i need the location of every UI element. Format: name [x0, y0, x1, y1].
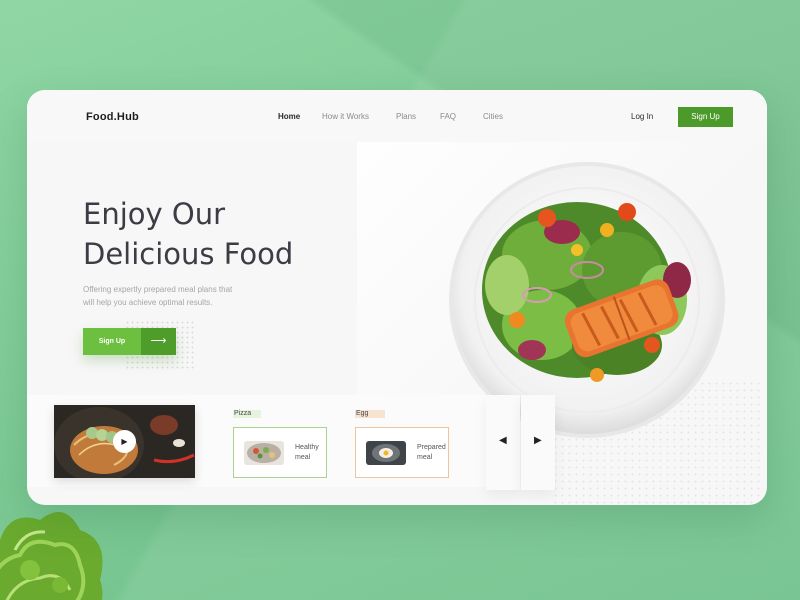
logo[interactable]: Food.Hub: [86, 111, 139, 123]
hero-subtitle-line1: Offering expertly prepared meal plans th…: [83, 285, 233, 294]
nav-how-it-works[interactable]: How it Works: [322, 112, 369, 121]
prepared-meal-image: [366, 441, 406, 465]
healthy-meal-line1: Healthy: [295, 444, 319, 451]
login-link[interactable]: Log In: [631, 112, 653, 121]
hero-subtitle-line2: will help you achieve optimal results.: [83, 298, 213, 307]
video-thumbnail[interactable]: ▶: [54, 405, 195, 478]
healthy-meal-card[interactable]: Healthy meal: [233, 427, 327, 478]
hero-title: Enjoy Our Delicious Food: [83, 194, 293, 274]
nav-cities[interactable]: Cities: [483, 112, 503, 121]
nav-plans[interactable]: Plans: [396, 112, 416, 121]
carousel-prev-button[interactable]: ◀: [486, 395, 520, 490]
landing-card: Food.Hub Home How it Works Plans FAQ Cit…: [27, 90, 767, 505]
nav-faq[interactable]: FAQ: [440, 112, 456, 121]
hero-signup-label: Sign Up: [98, 338, 126, 345]
arrow-right-icon: ⟶: [141, 328, 176, 355]
hero-title-line1: Enjoy Our: [83, 197, 226, 231]
prepared-meal-label: Prepared meal: [417, 443, 447, 463]
carousel-next-button[interactable]: ▶: [521, 395, 555, 490]
prepared-meal-line1: Prepared: [417, 444, 446, 451]
hero-signup-button[interactable]: Sign Up ⟶: [83, 328, 176, 355]
hero-subtitle: Offering expertly prepared meal plans th…: [83, 283, 263, 309]
play-icon[interactable]: ▶: [113, 430, 136, 453]
hero-title-line2: Delicious Food: [83, 237, 294, 271]
signup-button[interactable]: Sign Up: [678, 107, 733, 127]
pizza-tag[interactable]: Pizza: [234, 410, 251, 417]
egg-tag[interactable]: Egg: [356, 410, 368, 417]
prepared-meal-card[interactable]: Prepared meal: [355, 427, 449, 478]
caret-right-icon: ▶: [534, 435, 542, 446]
healthy-meal-line2: meal: [295, 454, 311, 461]
prepared-meal-line2: meal: [417, 454, 433, 461]
healthy-meal-label: Healthy meal: [295, 443, 325, 463]
caret-left-icon: ◀: [499, 435, 507, 446]
healthy-meal-image: [244, 441, 284, 465]
nav-home[interactable]: Home: [278, 112, 300, 121]
